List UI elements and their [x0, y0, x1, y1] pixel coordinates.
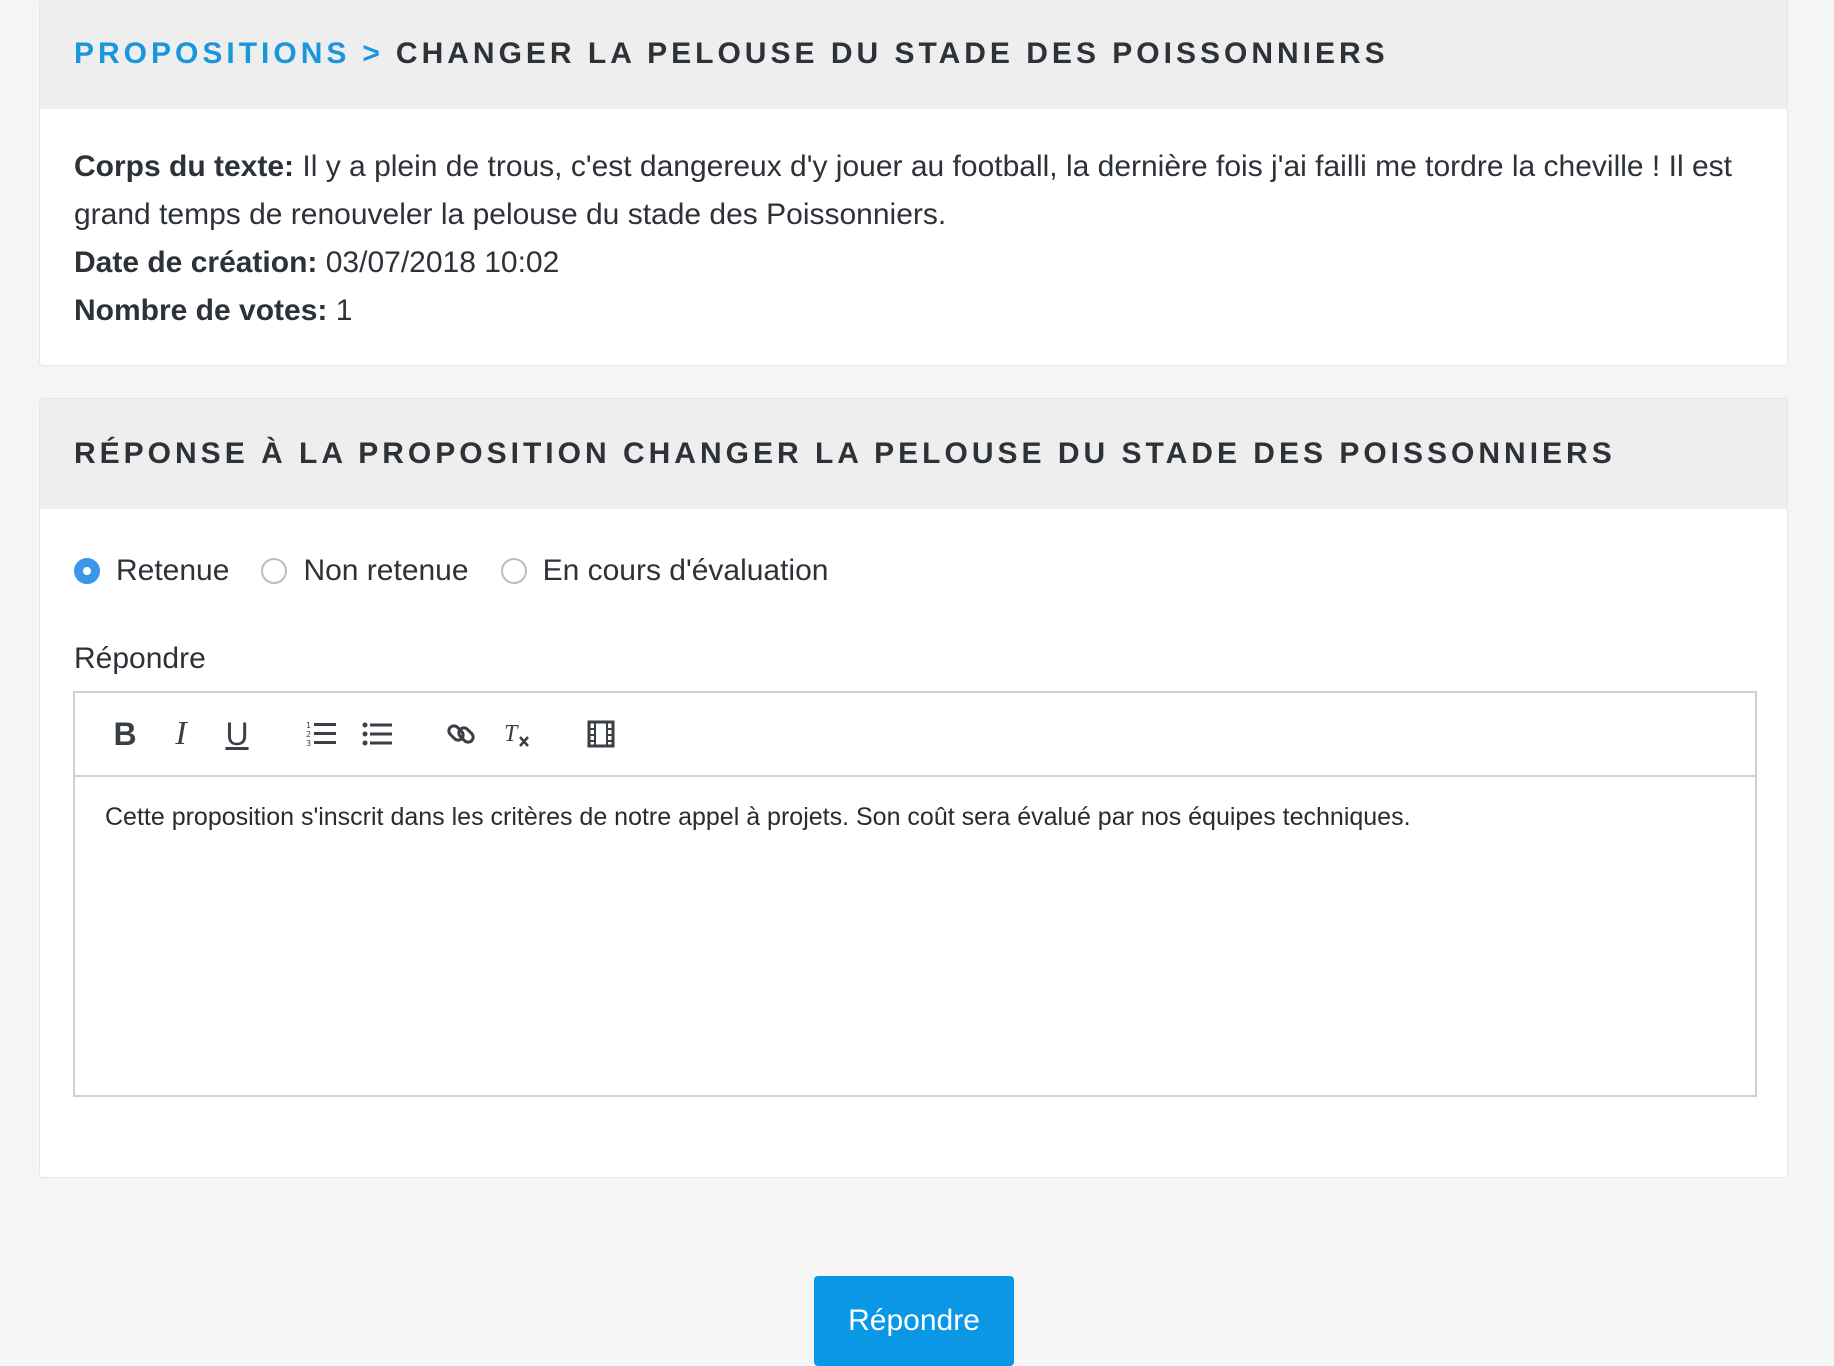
- proposal-card: Propositions > Changer la pelouse du sta…: [39, 0, 1788, 366]
- rich-text-editor: B I U 1 2 3 T Cette proposition s'inscri…: [73, 691, 1757, 1097]
- response-card: Réponse à la proposition Changer la pelo…: [39, 398, 1788, 1178]
- proposal-details: Corps du texte: Il y a plein de trous, c…: [40, 109, 1787, 335]
- svg-text:2: 2: [306, 730, 311, 739]
- reply-field-label: Répondre: [74, 642, 206, 675]
- svg-text:3: 3: [306, 739, 311, 748]
- bold-button[interactable]: B: [105, 714, 145, 754]
- radio-label: Non retenue: [303, 554, 469, 587]
- proposal-body: Corps du texte: Il y a plein de trous, c…: [74, 143, 1753, 239]
- submit-reply-button[interactable]: Répondre: [814, 1276, 1014, 1366]
- radio-non-retenue[interactable]: Non retenue: [261, 554, 469, 588]
- editor-toolbar: B I U 1 2 3 T: [75, 693, 1755, 777]
- breadcrumb-separator: >: [362, 37, 384, 70]
- votes-label: Nombre de votes:: [74, 294, 328, 327]
- breadcrumb: Propositions > Changer la pelouse du sta…: [40, 0, 1787, 109]
- svg-text:T: T: [504, 721, 519, 747]
- breadcrumb-propositions-link[interactable]: Propositions: [74, 37, 350, 71]
- date-value: 03/07/2018 10:02: [325, 246, 560, 279]
- proposal-date: Date de création: 03/07/2018 10:02: [74, 239, 1753, 287]
- radio-en-cours[interactable]: En cours d'évaluation: [500, 554, 829, 588]
- response-title: Réponse à la proposition Changer la pelo…: [40, 399, 1787, 509]
- bullet-list-icon[interactable]: [357, 714, 397, 754]
- breadcrumb-current: Changer la pelouse du stade des Poissonn…: [395, 37, 1389, 70]
- underline-button[interactable]: U: [217, 714, 257, 754]
- body-value: Il y a plein de trous, c'est dangereux d…: [74, 150, 1732, 231]
- radio-circle[interactable]: [74, 558, 100, 584]
- status-radio-group: Retenue Non retenue En cours d'évaluatio…: [74, 554, 860, 588]
- editor-content[interactable]: Cette proposition s'inscrit dans les cri…: [75, 777, 1755, 858]
- clear-format-icon[interactable]: T: [497, 714, 537, 754]
- radio-label: En cours d'évaluation: [542, 554, 829, 587]
- svg-text:1: 1: [306, 721, 311, 730]
- body-label: Corps du texte:: [74, 150, 295, 183]
- radio-label: Retenue: [116, 554, 230, 587]
- radio-circle[interactable]: [500, 558, 527, 584]
- ordered-list-icon[interactable]: 1 2 3: [301, 714, 341, 754]
- link-icon[interactable]: [441, 714, 481, 754]
- radio-circle[interactable]: [261, 558, 288, 584]
- italic-button[interactable]: I: [161, 714, 201, 754]
- radio-retenue[interactable]: Retenue: [74, 554, 229, 588]
- votes-value: 1: [335, 294, 353, 327]
- proposal-votes: Nombre de votes: 1: [74, 287, 1753, 335]
- video-icon[interactable]: [581, 714, 621, 754]
- date-label: Date de création:: [74, 246, 318, 279]
